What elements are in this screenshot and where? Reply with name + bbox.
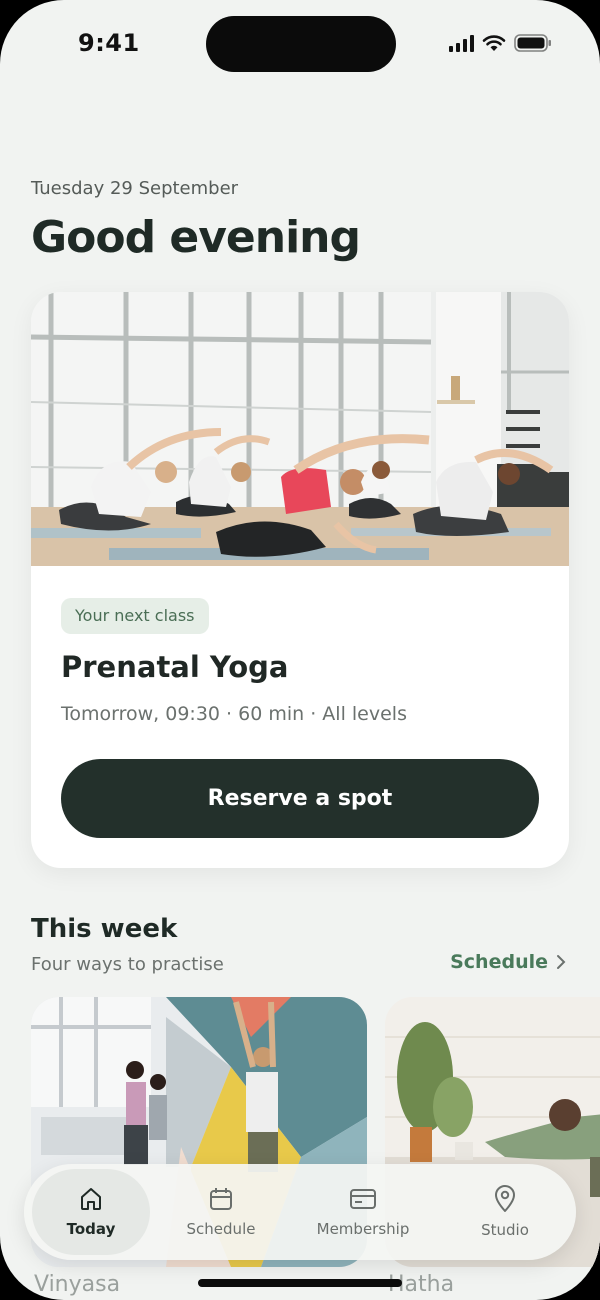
home-indicator[interactable]: [198, 1279, 402, 1287]
chevron-right-icon: [557, 955, 566, 969]
tab-label-membership: Membership: [316, 1220, 410, 1238]
schedule-link[interactable]: Schedule: [450, 951, 566, 973]
cellular-signal-icon: [449, 34, 474, 52]
status-time: 9:41: [78, 29, 140, 57]
status-bar: 9:41: [0, 0, 600, 90]
tab-studio[interactable]: Studio: [434, 1169, 576, 1255]
class-title: Prenatal Yoga: [61, 650, 289, 684]
phone-screen: 9:41 Tuesday 29 September Good evening Y…: [0, 0, 600, 1300]
battery-icon: [514, 34, 552, 52]
reserve-spot-button[interactable]: Reserve a spot: [61, 759, 539, 838]
card-label-vinyasa: Vinyasa: [34, 1272, 121, 1297]
next-class-badge: Your next class: [61, 598, 209, 634]
class-details: Tomorrow, 09:30 · 60 min · All levels: [61, 703, 407, 725]
greeting-title: Good evening: [31, 212, 361, 263]
tab-label-schedule: Schedule: [186, 1220, 256, 1238]
tab-label-studio: Studio: [481, 1221, 529, 1239]
tab-schedule[interactable]: Schedule: [150, 1169, 292, 1255]
wifi-icon: [482, 34, 506, 52]
schedule-link-label: Schedule: [450, 951, 548, 973]
current-date: Tuesday 29 September: [31, 178, 239, 199]
next-class-card[interactable]: Your next class Prenatal Yoga Tomorrow, …: [31, 292, 569, 868]
bottom-tab-bar: Today Schedule Membership Studio: [24, 1164, 576, 1260]
status-icons: [449, 34, 552, 52]
tab-label-today: Today: [66, 1220, 116, 1238]
tab-today[interactable]: Today: [32, 1169, 150, 1255]
calendar-icon: [210, 1188, 232, 1210]
section-title: This week: [31, 914, 178, 944]
location-pin-icon: [495, 1185, 515, 1212]
tab-membership[interactable]: Membership: [292, 1169, 434, 1255]
card-icon: [350, 1189, 376, 1209]
home-icon: [81, 1188, 101, 1210]
dynamic-island: [206, 16, 396, 72]
yoga-class-photo: [31, 292, 569, 566]
section-subtitle: Four ways to practise: [31, 954, 224, 975]
